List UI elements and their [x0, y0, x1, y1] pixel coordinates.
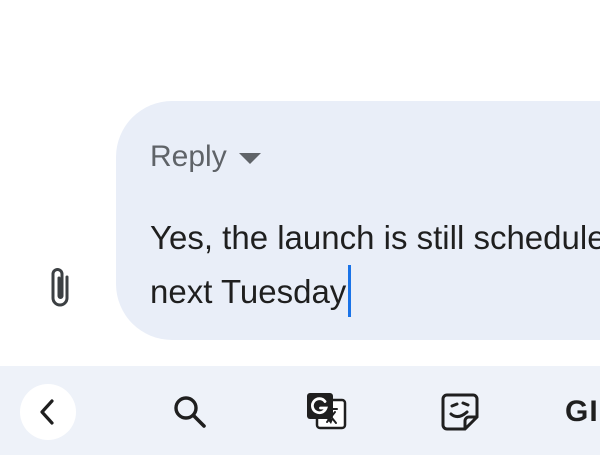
paperclip-icon — [51, 268, 69, 307]
search-icon — [174, 396, 206, 428]
message-line: next Tuesday — [150, 273, 347, 310]
translate-icon — [307, 393, 347, 430]
keyboard-toolbar: GIF — [0, 366, 600, 455]
keyboard-sticker-button[interactable] — [432, 384, 488, 440]
message-line: Yes, the launch is still scheduled for — [150, 219, 600, 256]
caret-down-icon — [238, 152, 261, 164]
chevron-left-icon — [40, 399, 54, 425]
reply-compose-screen: Reply Yes, the launch is still scheduled… — [0, 0, 600, 455]
reply-mode-dropdown[interactable]: Reply — [150, 139, 261, 175]
reply-mode-label: Reply — [150, 140, 227, 173]
keyboard-back-button[interactable] — [20, 384, 76, 440]
text-cursor — [348, 265, 352, 318]
message-body-input[interactable]: Yes, the launch is still scheduled for n… — [150, 211, 600, 319]
keyboard-translate-button[interactable] — [298, 384, 354, 440]
attach-button[interactable] — [38, 262, 82, 314]
message-line-with-cursor: next Tuesday — [150, 265, 600, 319]
gif-icon: GIF — [565, 395, 600, 428]
keyboard-search-button[interactable] — [162, 384, 218, 440]
compose-field[interactable]: Reply Yes, the launch is still scheduled… — [116, 101, 600, 340]
sticker-icon — [441, 393, 479, 431]
keyboard-gif-button[interactable]: GIF — [565, 394, 600, 430]
